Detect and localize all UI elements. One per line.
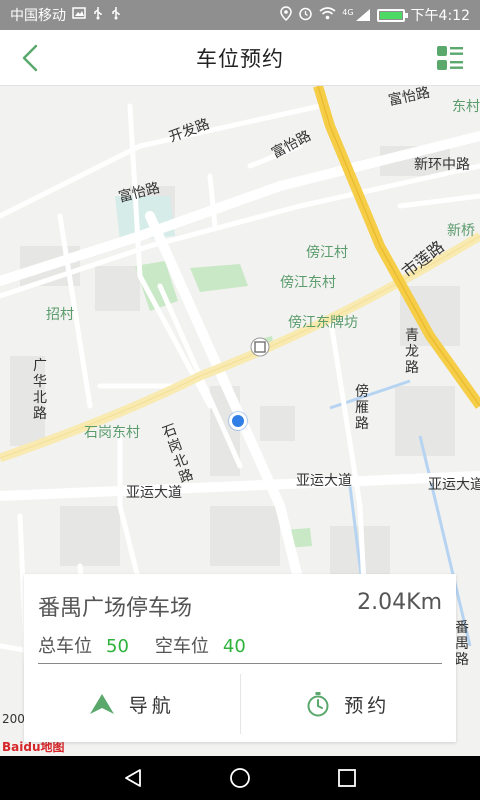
carrier-name: 中国移动 bbox=[10, 8, 66, 24]
map-label-bangjiang-east-village: 傍江东村 bbox=[280, 275, 336, 291]
battery-icon bbox=[376, 8, 408, 22]
alarm-icon bbox=[298, 6, 313, 25]
signal-icon: 4G bbox=[342, 8, 370, 22]
nav-recents-button[interactable] bbox=[327, 758, 367, 798]
map-label-bangjiang-village: 傍江村 bbox=[306, 245, 348, 261]
system-nav-bar bbox=[0, 756, 480, 800]
status-bar: 中国移动 4G 下午4:12 bbox=[0, 0, 480, 30]
total-spaces-value: 50 bbox=[106, 636, 129, 657]
usb-debug-icon bbox=[110, 6, 122, 24]
map-label-yayun-avenue-2: 亚运大道 bbox=[296, 473, 352, 489]
map-label-guanghua-north-road: 广华北路 bbox=[33, 358, 47, 422]
navigation-arrow-icon bbox=[89, 694, 114, 714]
circle-home-icon bbox=[230, 768, 250, 788]
parking-info-card[interactable]: 番禺广场停车场 2.04Km 总车位 50 空车位 40 导航 预约 bbox=[24, 574, 456, 742]
reserve-label: 预约 bbox=[344, 694, 391, 717]
parking-stats: 总车位 50 空车位 40 bbox=[38, 632, 264, 658]
header: 车位预约 bbox=[0, 30, 480, 86]
status-right: 4G 下午4:12 bbox=[280, 5, 470, 25]
screen: 中国移动 4G 下午4:12 车位预约 开发路 富怡路 富怡路 富怡路 东村 新… bbox=[0, 0, 480, 800]
map-label-shigang-east-village: 石岗东村 bbox=[84, 425, 140, 441]
map-scale: 200 bbox=[2, 712, 25, 726]
list-view-button[interactable] bbox=[430, 38, 470, 78]
usb-icon bbox=[92, 6, 104, 24]
square-recents-icon bbox=[337, 769, 356, 787]
page-title: 车位预约 bbox=[196, 46, 284, 71]
battery-level bbox=[379, 11, 402, 19]
status-left: 中国移动 bbox=[10, 5, 122, 25]
chevron-left-icon bbox=[22, 44, 38, 72]
network-type: 4G bbox=[342, 8, 354, 17]
image-notification-icon bbox=[72, 6, 86, 24]
card-divider bbox=[38, 663, 442, 664]
triangle-back-icon bbox=[125, 769, 142, 787]
current-location-marker bbox=[229, 412, 247, 430]
reserve-button[interactable]: 预约 bbox=[239, 674, 457, 734]
nav-back-button[interactable] bbox=[113, 758, 153, 798]
wifi-icon bbox=[319, 6, 336, 24]
map-label-yayun-avenue-1: 亚运大道 bbox=[126, 485, 182, 501]
card-actions: 导航 预约 bbox=[24, 666, 456, 742]
navigate-button[interactable]: 导航 bbox=[24, 666, 240, 742]
map-label-xinqiao: 新桥 bbox=[447, 223, 475, 239]
total-spaces-label: 总车位 bbox=[38, 636, 92, 657]
map-label-zhaocun: 招村 bbox=[46, 307, 74, 323]
free-spaces-label: 空车位 bbox=[154, 636, 209, 657]
navigate-label: 导航 bbox=[128, 694, 175, 717]
free-spaces-value: 40 bbox=[222, 636, 246, 657]
nav-home-button[interactable] bbox=[220, 758, 260, 798]
back-button[interactable] bbox=[10, 38, 50, 78]
stopwatch-icon bbox=[307, 692, 329, 717]
map-label-yayun-avenue-3: 亚运大道 bbox=[428, 477, 480, 493]
clock: 下午4:12 bbox=[410, 8, 470, 24]
location-status-icon bbox=[280, 5, 293, 25]
list-grid-icon bbox=[437, 46, 463, 70]
parking-lot-distance: 2.04Km bbox=[357, 590, 442, 615]
map-label-bangya-road: 傍雁路 bbox=[355, 384, 369, 432]
map-label-bangjiang-east-archway: 傍江东牌坊 bbox=[288, 315, 358, 331]
map-label-xinhuan-middle-road: 新环中路 bbox=[414, 157, 470, 173]
map-label-panyu-road: 番禺路 bbox=[455, 620, 469, 668]
map-label-dongcun: 东村 bbox=[452, 99, 480, 115]
map-label-qinglong-road: 青龙路 bbox=[405, 328, 419, 376]
parking-lot-name: 番禺广场停车场 bbox=[38, 596, 193, 621]
